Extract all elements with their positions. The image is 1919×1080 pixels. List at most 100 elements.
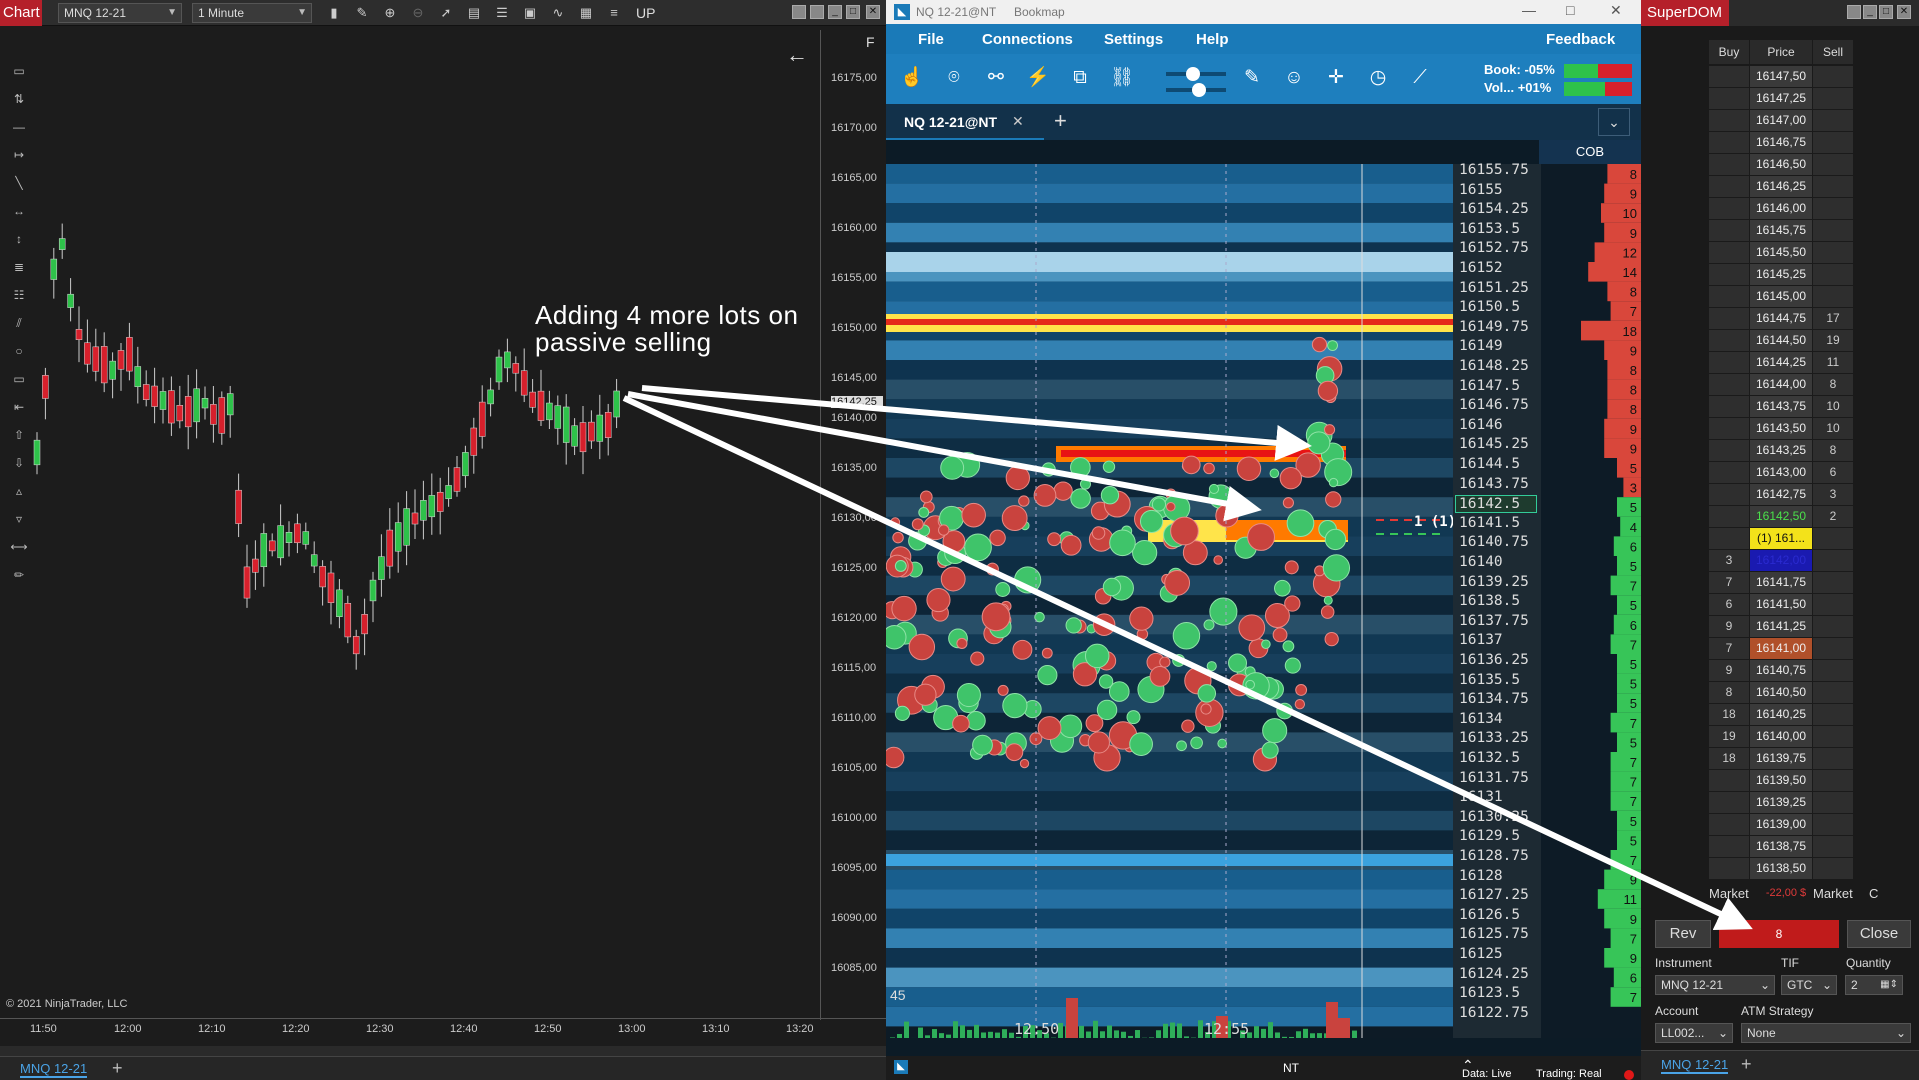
window-tile-icon[interactable]	[792, 5, 806, 19]
buy-cell[interactable]	[1709, 418, 1749, 439]
order-marker[interactable]: 1 (1)	[1414, 514, 1453, 530]
arrow-left-icon[interactable]: ←	[786, 42, 808, 68]
dom-row[interactable]: 16139,00	[1709, 814, 1863, 836]
dom-row[interactable]: 16139,50	[1709, 770, 1863, 792]
dom-row[interactable]: 16145,50	[1709, 242, 1863, 264]
buy-cell[interactable]	[1709, 528, 1749, 549]
sell-cell[interactable]	[1813, 550, 1853, 571]
buy-cell[interactable]	[1709, 352, 1749, 373]
dom-row[interactable]: 16142,75 3	[1709, 484, 1863, 506]
buy-cell[interactable]	[1709, 66, 1749, 87]
feedback-link[interactable]: Feedback	[1546, 31, 1615, 48]
sell-cell[interactable]: 11	[1813, 352, 1853, 373]
strategy-icon[interactable]: ⚡	[1026, 66, 1050, 90]
instrument-selector[interactable]: MNQ 12-21 ▼	[58, 3, 182, 23]
price-axis[interactable]: 16175,00 16170,00 16165,00 16160,00 16155,00…	[820, 30, 886, 1020]
buy-cell[interactable]: 18	[1709, 748, 1749, 769]
maximize-icon[interactable]: □	[1879, 5, 1893, 19]
dom-row[interactable]: 16144,00 8	[1709, 374, 1863, 396]
tab-mnq[interactable]: MNQ 12-21	[1661, 1057, 1729, 1074]
sell-cell[interactable]	[1813, 132, 1853, 153]
buy-cell[interactable]	[1709, 396, 1749, 417]
maximize-icon[interactable]: □	[1566, 2, 1574, 18]
share-icon[interactable]: ⚯	[984, 66, 1008, 90]
minimize-icon[interactable]: —	[1522, 2, 1536, 18]
sell-cell[interactable]: 2	[1813, 506, 1853, 527]
bookmap-price-ladder[interactable]: 16155.75 16155 16154.25 16153.5 16152.75 1615…	[1453, 162, 1541, 1038]
sell-cell[interactable]	[1813, 242, 1853, 263]
sell-cell[interactable]	[1813, 792, 1853, 813]
close-icon[interactable]: ✕	[1610, 2, 1622, 19]
dom-row[interactable]: 16144,50 19	[1709, 330, 1863, 352]
minimize-icon[interactable]: _	[1863, 5, 1877, 19]
crosshair-icon[interactable]: ✛	[1324, 66, 1348, 90]
instrument-select[interactable]: MNQ 12-21 ⌄	[1655, 975, 1775, 995]
buy-cell[interactable]	[1709, 308, 1749, 329]
slider-thumb[interactable]	[1192, 83, 1206, 97]
sell-cell[interactable]: 17	[1813, 308, 1853, 329]
buy-cell[interactable]	[1709, 484, 1749, 505]
dom-row[interactable]: 16146,75	[1709, 132, 1863, 154]
buy-cell[interactable]	[1709, 792, 1749, 813]
sell-cell[interactable]	[1813, 176, 1853, 197]
atm-select[interactable]: None ⌄	[1741, 1023, 1911, 1043]
sell-cell[interactable]	[1813, 704, 1853, 725]
quantity-stepper[interactable]: 2 ▦⇕	[1845, 975, 1903, 995]
dom-row[interactable]: 18 16139,75	[1709, 748, 1863, 770]
buy-cell[interactable]: 18	[1709, 704, 1749, 725]
sell-cell[interactable]: 10	[1813, 418, 1853, 439]
sell-cell[interactable]	[1813, 770, 1853, 791]
sell-cell[interactable]: 19	[1813, 330, 1853, 351]
buy-cell[interactable]	[1709, 286, 1749, 307]
menu-connections[interactable]: Connections	[982, 31, 1073, 48]
interval-selector[interactable]: 1 Minute ▼	[192, 3, 312, 23]
tab-nq[interactable]: NQ 12-21@NT ✕	[886, 104, 1044, 140]
dom-row[interactable]: 16146,25	[1709, 176, 1863, 198]
sell-cell[interactable]	[1813, 616, 1853, 637]
sell-cell[interactable]	[1813, 198, 1853, 219]
strategies-icon[interactable]: ▦	[578, 5, 594, 21]
dom-row[interactable]: 7 16141,00	[1709, 638, 1863, 660]
rev-button[interactable]: Rev	[1655, 920, 1711, 948]
dom-row[interactable]: 16146,00	[1709, 198, 1863, 220]
dom-row[interactable]: 8 16140,50	[1709, 682, 1863, 704]
sell-cell[interactable]	[1813, 264, 1853, 285]
buy-cell[interactable]	[1709, 462, 1749, 483]
dom-row[interactable]: 16144,25 11	[1709, 352, 1863, 374]
minimize-icon[interactable]: _	[828, 5, 842, 19]
sell-cell[interactable]	[1813, 154, 1853, 175]
dom-row[interactable]: 16138,75	[1709, 836, 1863, 858]
dom-row[interactable]: 16147,00	[1709, 110, 1863, 132]
indicators-icon[interactable]: ∿	[550, 5, 566, 21]
time-axis[interactable]: 11:50 12:00 12:10 12:20 12:30 12:40 12:50 13:00…	[0, 1018, 886, 1040]
buy-cell[interactable]	[1709, 836, 1749, 857]
sell-cell[interactable]	[1813, 220, 1853, 241]
dom-row[interactable]: 16142,50 2	[1709, 506, 1863, 528]
buy-cell[interactable]	[1709, 154, 1749, 175]
sell-cell[interactable]	[1813, 286, 1853, 307]
sell-cell[interactable]	[1813, 814, 1853, 835]
menu-settings[interactable]: Settings	[1104, 31, 1163, 48]
buy-cell[interactable]	[1709, 110, 1749, 131]
properties-icon[interactable]: ☰	[494, 5, 510, 21]
buy-cell[interactable]	[1709, 264, 1749, 285]
slider-thumb[interactable]	[1186, 67, 1200, 81]
tif-select[interactable]: GTC ⌄	[1781, 975, 1837, 995]
buy-cell[interactable]	[1709, 198, 1749, 219]
heatmap[interactable]: 1 (1) 45 12:50 12:55	[886, 164, 1453, 1038]
buy-cell[interactable]	[1709, 132, 1749, 153]
dom-row[interactable]: 19 16140,00	[1709, 726, 1863, 748]
sell-cell[interactable]	[1813, 594, 1853, 615]
dom-row[interactable]: 16143,25 8	[1709, 440, 1863, 462]
dom-row[interactable]: 3 16142,00	[1709, 550, 1863, 572]
add-tab-icon[interactable]: +	[112, 1058, 123, 1079]
dom-row[interactable]: 16146,50	[1709, 154, 1863, 176]
add-tab-icon[interactable]: +	[1741, 1054, 1752, 1075]
dom-row[interactable]: 16145,75	[1709, 220, 1863, 242]
list-icon[interactable]: ≡	[606, 5, 622, 21]
pencil-icon[interactable]: ✎	[1240, 66, 1264, 90]
dom-row[interactable]: 6 16141,50	[1709, 594, 1863, 616]
sell-cell[interactable]	[1813, 682, 1853, 703]
chat-icon[interactable]: ☺	[1282, 66, 1306, 90]
sell-cell[interactable]	[1813, 660, 1853, 681]
